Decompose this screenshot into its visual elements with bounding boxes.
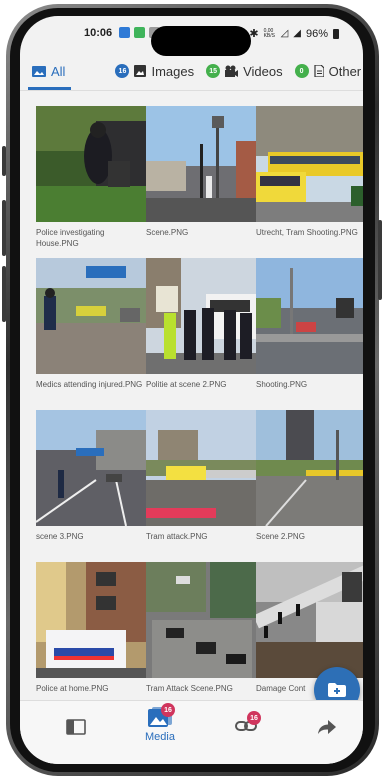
media-caption: Medics attending injured.PNG [36, 380, 143, 389]
tab-images-label: Images [151, 63, 195, 79]
tab-images[interactable]: 16 Images [115, 54, 194, 88]
media-caption: Police investigating House.PNG [36, 228, 105, 248]
message-notification-icon [134, 27, 145, 38]
media-item[interactable]: Shooting.PNG [256, 258, 363, 403]
app-notification-icon [119, 27, 130, 38]
other-count-badge: 0 [294, 64, 309, 78]
media-caption: Tram attack.PNG [146, 532, 208, 541]
image-folder-icon [32, 66, 46, 77]
media-thumbnail[interactable] [146, 258, 256, 374]
image-icon [134, 65, 147, 77]
media-thumbnail[interactable] [256, 106, 363, 222]
media-caption: Scene 2.PNG [256, 532, 305, 541]
media-grid: Police investigating House.PNG Scene.PNG… [36, 106, 363, 706]
media-thumbnail[interactable] [146, 106, 256, 222]
side-button [2, 146, 6, 176]
tab-all[interactable]: All [27, 54, 72, 90]
add-folder-icon [328, 683, 346, 697]
media-thumbnail[interactable] [36, 258, 146, 374]
media-thumbnail[interactable] [36, 562, 146, 678]
status-right: ✱ 0,00 KB/S ◿ ◢ 96% [249, 27, 339, 40]
media-caption: Politie at scene 2.PNG [146, 380, 227, 389]
tab-other[interactable]: 0 Other [294, 54, 362, 88]
status-time: 10:06 [84, 27, 113, 39]
media-thumbnail[interactable] [256, 258, 363, 374]
media-item[interactable]: Utrecht, Tram Shooting.PNG [256, 106, 363, 251]
nav-panel[interactable] [66, 719, 86, 735]
media-item[interactable]: Tram attack.PNG [146, 410, 256, 555]
media-item[interactable]: Tram Attack Scene.PNG [146, 562, 256, 707]
images-count-badge: 16 [115, 64, 130, 78]
media-item[interactable]: Police investigating House.PNG [36, 106, 146, 251]
dynamic-island [151, 26, 251, 56]
nav-media[interactable]: 16 Media [145, 703, 175, 743]
tab-all-label: All [51, 63, 66, 79]
media-item[interactable]: scene 3.PNG [36, 410, 146, 555]
data-speed: 0,00 KB/S [263, 27, 275, 39]
media-item[interactable]: Scene.PNG [146, 106, 256, 251]
document-icon [314, 65, 324, 77]
media-item[interactable]: Medics attending injured.PNG [36, 258, 146, 403]
media-thumbnail[interactable] [146, 410, 256, 526]
volume-down-button [2, 266, 6, 322]
media-thumbnail[interactable] [146, 562, 256, 678]
battery-level: 96% [305, 27, 328, 40]
nav-link[interactable]: 16 [235, 711, 261, 733]
media-caption: Scene.PNG [146, 228, 189, 237]
volume-up-button [2, 200, 6, 256]
battery-icon [333, 28, 339, 39]
media-item[interactable]: Police at home.PNG [36, 562, 146, 707]
link-nav-badge: 16 [247, 711, 261, 725]
media-thumbnail[interactable] [256, 562, 363, 678]
media-filter-tabs: All 16 Images 15 Videos 0 Other 1 [20, 54, 363, 90]
nav-share[interactable] [318, 720, 336, 734]
wifi-icon: ◿ [280, 28, 289, 39]
tab-other-label: Other [328, 63, 362, 79]
media-thumbnail[interactable] [36, 106, 146, 222]
tab-videos[interactable]: 15 Videos [206, 54, 283, 88]
video-camera-icon [225, 65, 239, 77]
power-button [378, 220, 382, 300]
media-thumbnail[interactable] [36, 410, 146, 526]
bottom-navigation: 16 Media 16 [20, 700, 363, 764]
tab-videos-label: Videos [243, 63, 283, 79]
media-caption: Shooting.PNG [256, 380, 308, 389]
videos-count-badge: 15 [206, 64, 221, 78]
panel-icon [66, 719, 86, 735]
tabs-divider [20, 90, 363, 91]
media-item[interactable]: Politie at scene 2.PNG [146, 258, 256, 403]
media-caption: Utrecht, Tram Shooting.PNG [256, 228, 358, 237]
nav-media-label: Media [145, 731, 175, 743]
media-item[interactable]: Scene 2.PNG [256, 410, 363, 555]
media-caption: scene 3.PNG [36, 532, 84, 541]
media-thumbnail[interactable] [256, 410, 363, 526]
signal-icon: ◢ [293, 28, 301, 39]
media-nav-badge: 16 [161, 703, 175, 717]
app-screen: 10:06 ✱ 0,00 KB/S ◿ ◢ 96% All 16 Images … [20, 16, 363, 764]
share-icon [318, 720, 336, 734]
